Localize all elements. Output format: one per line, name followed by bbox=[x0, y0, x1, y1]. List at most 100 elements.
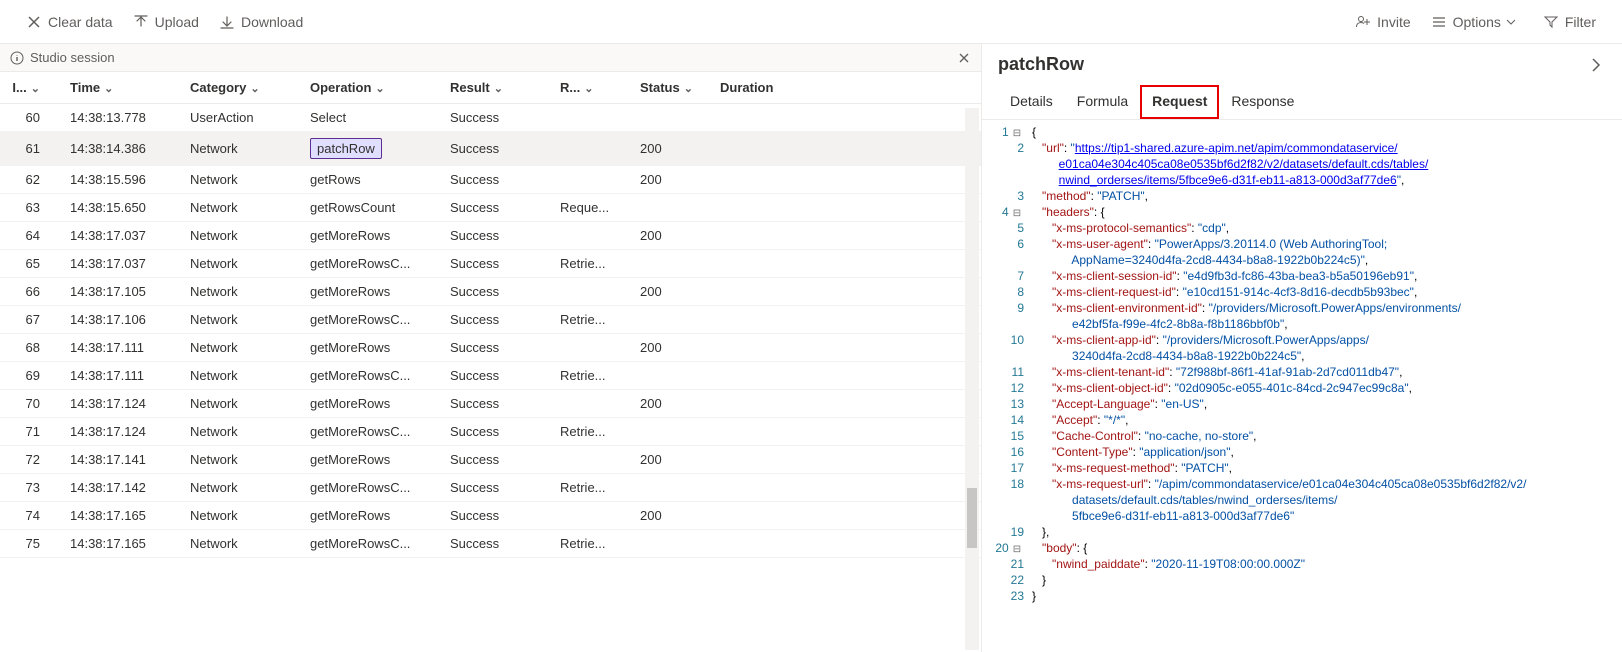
cell-duration bbox=[710, 306, 981, 334]
cell-category: Network bbox=[180, 418, 300, 446]
cell-duration bbox=[710, 222, 981, 250]
clear-data-label: Clear data bbox=[48, 14, 113, 30]
cell-id: 63 bbox=[0, 194, 60, 222]
cell-status: 200 bbox=[630, 222, 710, 250]
table-row[interactable]: 7514:38:17.165NetworkgetMoreRowsC...Succ… bbox=[0, 530, 981, 558]
table-row[interactable]: 7314:38:17.142NetworkgetMoreRowsC...Succ… bbox=[0, 474, 981, 502]
filter-button[interactable]: Filter bbox=[1533, 8, 1606, 36]
col-r[interactable]: R...⌄ bbox=[550, 72, 630, 104]
table-row[interactable]: 7014:38:17.124NetworkgetMoreRowsSuccess2… bbox=[0, 390, 981, 418]
cell-r bbox=[550, 446, 630, 474]
tab-response[interactable]: Response bbox=[1219, 85, 1306, 119]
cell-status bbox=[630, 104, 710, 132]
cell-category: Network bbox=[180, 250, 300, 278]
cell-result: Success bbox=[440, 132, 550, 166]
scroll-thumb[interactable] bbox=[967, 488, 977, 548]
col-category[interactable]: Category⌄ bbox=[180, 72, 300, 104]
cell-time: 14:38:17.111 bbox=[60, 362, 180, 390]
tab-formula[interactable]: Formula bbox=[1065, 85, 1140, 119]
cell-r bbox=[550, 166, 630, 194]
table-row[interactable]: 6314:38:15.650NetworkgetRowsCountSuccess… bbox=[0, 194, 981, 222]
cell-status: 200 bbox=[630, 446, 710, 474]
cell-operation: getMoreRows bbox=[300, 222, 440, 250]
download-button[interactable]: Download bbox=[209, 8, 313, 36]
col-operation[interactable]: Operation⌄ bbox=[300, 72, 440, 104]
tab-request[interactable]: Request bbox=[1140, 85, 1219, 119]
cell-operation: getMoreRows bbox=[300, 446, 440, 474]
cell-category: Network bbox=[180, 194, 300, 222]
cell-result: Success bbox=[440, 502, 550, 530]
cell-duration bbox=[710, 166, 981, 194]
table-row[interactable]: 6414:38:17.037NetworkgetMoreRowsSuccess2… bbox=[0, 222, 981, 250]
cell-duration bbox=[710, 194, 981, 222]
cell-id: 73 bbox=[0, 474, 60, 502]
toolbar: Clear data Upload Download Invite Option… bbox=[0, 0, 1622, 44]
table-row[interactable]: 7414:38:17.165NetworkgetMoreRowsSuccess2… bbox=[0, 502, 981, 530]
table-row[interactable]: 7114:38:17.124NetworkgetMoreRowsC...Succ… bbox=[0, 418, 981, 446]
cell-time: 14:38:17.142 bbox=[60, 474, 180, 502]
tab-details[interactable]: Details bbox=[998, 85, 1065, 119]
cell-r bbox=[550, 278, 630, 306]
cell-result: Success bbox=[440, 362, 550, 390]
cell-duration bbox=[710, 362, 981, 390]
cell-duration bbox=[710, 446, 981, 474]
cell-id: 60 bbox=[0, 104, 60, 132]
cell-status bbox=[630, 418, 710, 446]
cell-duration bbox=[710, 278, 981, 306]
col-result[interactable]: Result⌄ bbox=[440, 72, 550, 104]
upload-button[interactable]: Upload bbox=[123, 8, 209, 36]
cell-result: Success bbox=[440, 222, 550, 250]
json-viewer[interactable]: { "url": "https://tip1-shared.azure-apim… bbox=[1032, 124, 1622, 644]
col-time[interactable]: Time⌄ bbox=[60, 72, 180, 104]
table-row[interactable]: 6114:38:14.386NetworkpatchRowSuccess200 bbox=[0, 132, 981, 166]
scrollbar[interactable] bbox=[965, 108, 979, 650]
cell-time: 14:38:17.037 bbox=[60, 250, 180, 278]
cell-operation: getMoreRowsC... bbox=[300, 530, 440, 558]
right-pane: patchRow Details Formula Request Respons… bbox=[982, 44, 1622, 652]
invite-button[interactable]: Invite bbox=[1345, 8, 1420, 36]
chevron-right-icon[interactable] bbox=[1586, 55, 1606, 75]
request-body: 1 ⊟234 ⊟567891011121314151617181920 ⊟212… bbox=[982, 120, 1622, 652]
table-row[interactable]: 6214:38:15.596NetworkgetRowsSuccess200 bbox=[0, 166, 981, 194]
table-row[interactable]: 7214:38:17.141NetworkgetMoreRowsSuccess2… bbox=[0, 446, 981, 474]
cell-r: Retrie... bbox=[550, 530, 630, 558]
left-pane: Studio session I...⌄ Time⌄ Category⌄ Ope… bbox=[0, 44, 982, 652]
cell-result: Success bbox=[440, 530, 550, 558]
cell-r bbox=[550, 132, 630, 166]
table-row[interactable]: 6914:38:17.111NetworkgetMoreRowsC...Succ… bbox=[0, 362, 981, 390]
cell-time: 14:38:15.596 bbox=[60, 166, 180, 194]
table-row[interactable]: 6614:38:17.105NetworkgetMoreRowsSuccess2… bbox=[0, 278, 981, 306]
person-add-icon bbox=[1355, 14, 1371, 30]
col-id[interactable]: I...⌄ bbox=[0, 72, 60, 104]
table-row[interactable]: 6714:38:17.106NetworkgetMoreRowsC...Succ… bbox=[0, 306, 981, 334]
cell-category: UserAction bbox=[180, 104, 300, 132]
cell-id: 75 bbox=[0, 530, 60, 558]
cell-id: 64 bbox=[0, 222, 60, 250]
cell-id: 66 bbox=[0, 278, 60, 306]
cell-time: 14:38:14.386 bbox=[60, 132, 180, 166]
detail-tabs: Details Formula Request Response bbox=[982, 85, 1622, 120]
cell-operation: getMoreRowsC... bbox=[300, 362, 440, 390]
table-row[interactable]: 6014:38:13.778UserActionSelectSuccess bbox=[0, 104, 981, 132]
close-icon[interactable] bbox=[957, 51, 971, 65]
col-duration[interactable]: Duration bbox=[710, 72, 981, 104]
cell-status: 200 bbox=[630, 278, 710, 306]
cell-id: 72 bbox=[0, 446, 60, 474]
cell-r bbox=[550, 502, 630, 530]
cell-id: 62 bbox=[0, 166, 60, 194]
table-row[interactable]: 6514:38:17.037NetworkgetMoreRowsC...Succ… bbox=[0, 250, 981, 278]
cell-status bbox=[630, 250, 710, 278]
invite-label: Invite bbox=[1377, 14, 1410, 30]
cell-r bbox=[550, 222, 630, 250]
table-row[interactable]: 6814:38:17.111NetworkgetMoreRowsSuccess2… bbox=[0, 334, 981, 362]
cell-category: Network bbox=[180, 390, 300, 418]
clear-data-button[interactable]: Clear data bbox=[16, 8, 123, 36]
cell-category: Network bbox=[180, 474, 300, 502]
options-button[interactable]: Options bbox=[1421, 8, 1533, 36]
cell-status: 200 bbox=[630, 390, 710, 418]
cell-result: Success bbox=[440, 250, 550, 278]
col-status[interactable]: Status⌄ bbox=[630, 72, 710, 104]
chevron-down-icon bbox=[1505, 16, 1517, 28]
cell-time: 14:38:17.106 bbox=[60, 306, 180, 334]
upload-label: Upload bbox=[155, 14, 199, 30]
